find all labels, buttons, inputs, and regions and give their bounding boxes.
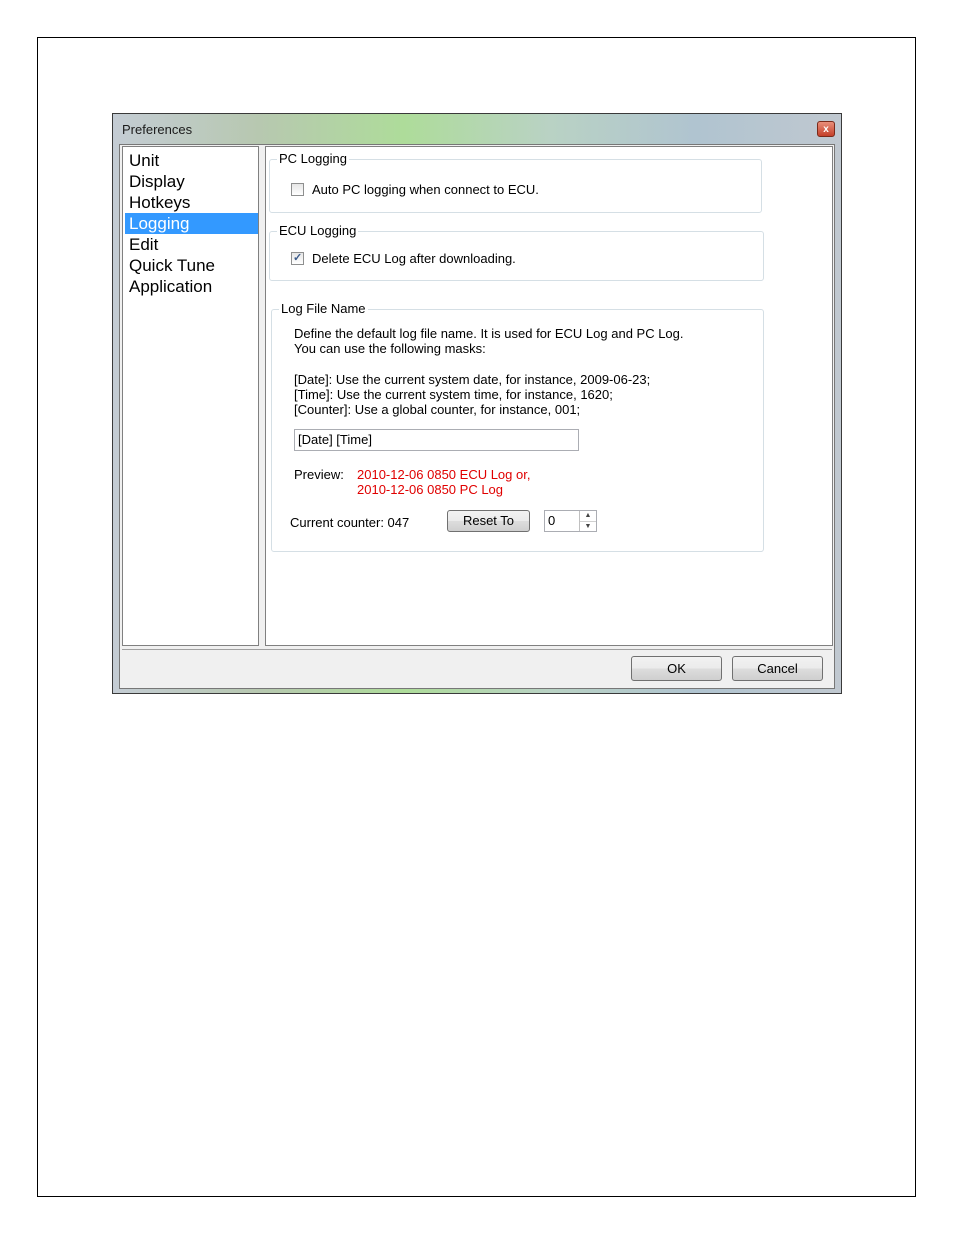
pc-logging-title: PC Logging xyxy=(277,151,349,167)
nav-item-display[interactable]: Display xyxy=(125,171,258,192)
auto-pc-logging-label[interactable]: Auto PC logging when connect to ECU. xyxy=(312,182,539,197)
spinner-down-icon[interactable]: ▼ xyxy=(580,521,596,532)
logging-settings-panel: PC Logging Auto PC logging when connect … xyxy=(265,146,833,646)
reset-to-button[interactable]: Reset To xyxy=(447,510,530,532)
preferences-window: Preferences x Unit Display Hotkeys Loggi… xyxy=(112,113,842,694)
title-bar[interactable]: Preferences x xyxy=(113,114,841,144)
preview-label: Preview: xyxy=(294,467,344,482)
nav-item-quick-tune[interactable]: Quick Tune xyxy=(125,255,258,276)
mask-date-text: [Date]: Use the current system date, for… xyxy=(294,372,651,387)
window-title: Preferences xyxy=(122,122,193,137)
preview-pc-log-text: 2010-12-06 0850 PC Log xyxy=(357,482,504,497)
reset-value-spinner[interactable]: 0 ▲ ▼ xyxy=(544,510,597,532)
close-button[interactable]: x xyxy=(817,121,835,137)
log-file-name-title: Log File Name xyxy=(279,301,368,317)
nav-item-unit[interactable]: Unit xyxy=(125,150,258,171)
spinner-buttons: ▲ ▼ xyxy=(579,511,596,531)
spinner-up-icon[interactable]: ▲ xyxy=(580,511,596,521)
cancel-button[interactable]: Cancel xyxy=(732,656,823,681)
ecu-logging-group: ECU Logging ✓ Delete ECU Log after downl… xyxy=(269,223,764,281)
mask-counter-text: [Counter]: Use a global counter, for ins… xyxy=(294,402,581,417)
preview-ecu-log-text: 2010-12-06 0850 ECU Log or, xyxy=(357,467,531,482)
mask-time-text: [Time]: Use the current system time, for… xyxy=(294,387,613,402)
ok-button[interactable]: OK xyxy=(631,656,722,681)
dialog-client-area: Unit Display Hotkeys Logging Edit Quick … xyxy=(119,144,835,689)
current-counter-label: Current counter: 047 xyxy=(290,515,410,530)
close-icon: x xyxy=(823,124,829,135)
nav-item-hotkeys[interactable]: Hotkeys xyxy=(125,192,258,213)
delete-ecu-log-label[interactable]: Delete ECU Log after downloading. xyxy=(312,251,516,266)
log-file-name-group: Log File Name Define the default log fil… xyxy=(271,301,764,552)
nav-item-application[interactable]: Application xyxy=(125,276,258,297)
footer-separator xyxy=(122,649,832,650)
log-file-masks-intro: You can use the following masks: xyxy=(294,341,486,356)
delete-ecu-log-checkbox[interactable]: ✓ xyxy=(291,252,304,265)
pc-logging-group: PC Logging Auto PC logging when connect … xyxy=(269,151,762,213)
log-file-description: Define the default log file name. It is … xyxy=(294,326,684,341)
checkmark-icon: ✓ xyxy=(293,252,303,264)
ecu-logging-title: ECU Logging xyxy=(277,223,359,239)
nav-item-edit[interactable]: Edit xyxy=(125,234,258,255)
nav-item-logging[interactable]: Logging xyxy=(125,213,258,234)
log-file-name-input[interactable]: [Date] [Time] xyxy=(294,429,579,451)
reset-value-text: 0 xyxy=(548,513,556,528)
category-list[interactable]: Unit Display Hotkeys Logging Edit Quick … xyxy=(122,146,259,646)
auto-pc-logging-checkbox[interactable] xyxy=(291,183,304,196)
